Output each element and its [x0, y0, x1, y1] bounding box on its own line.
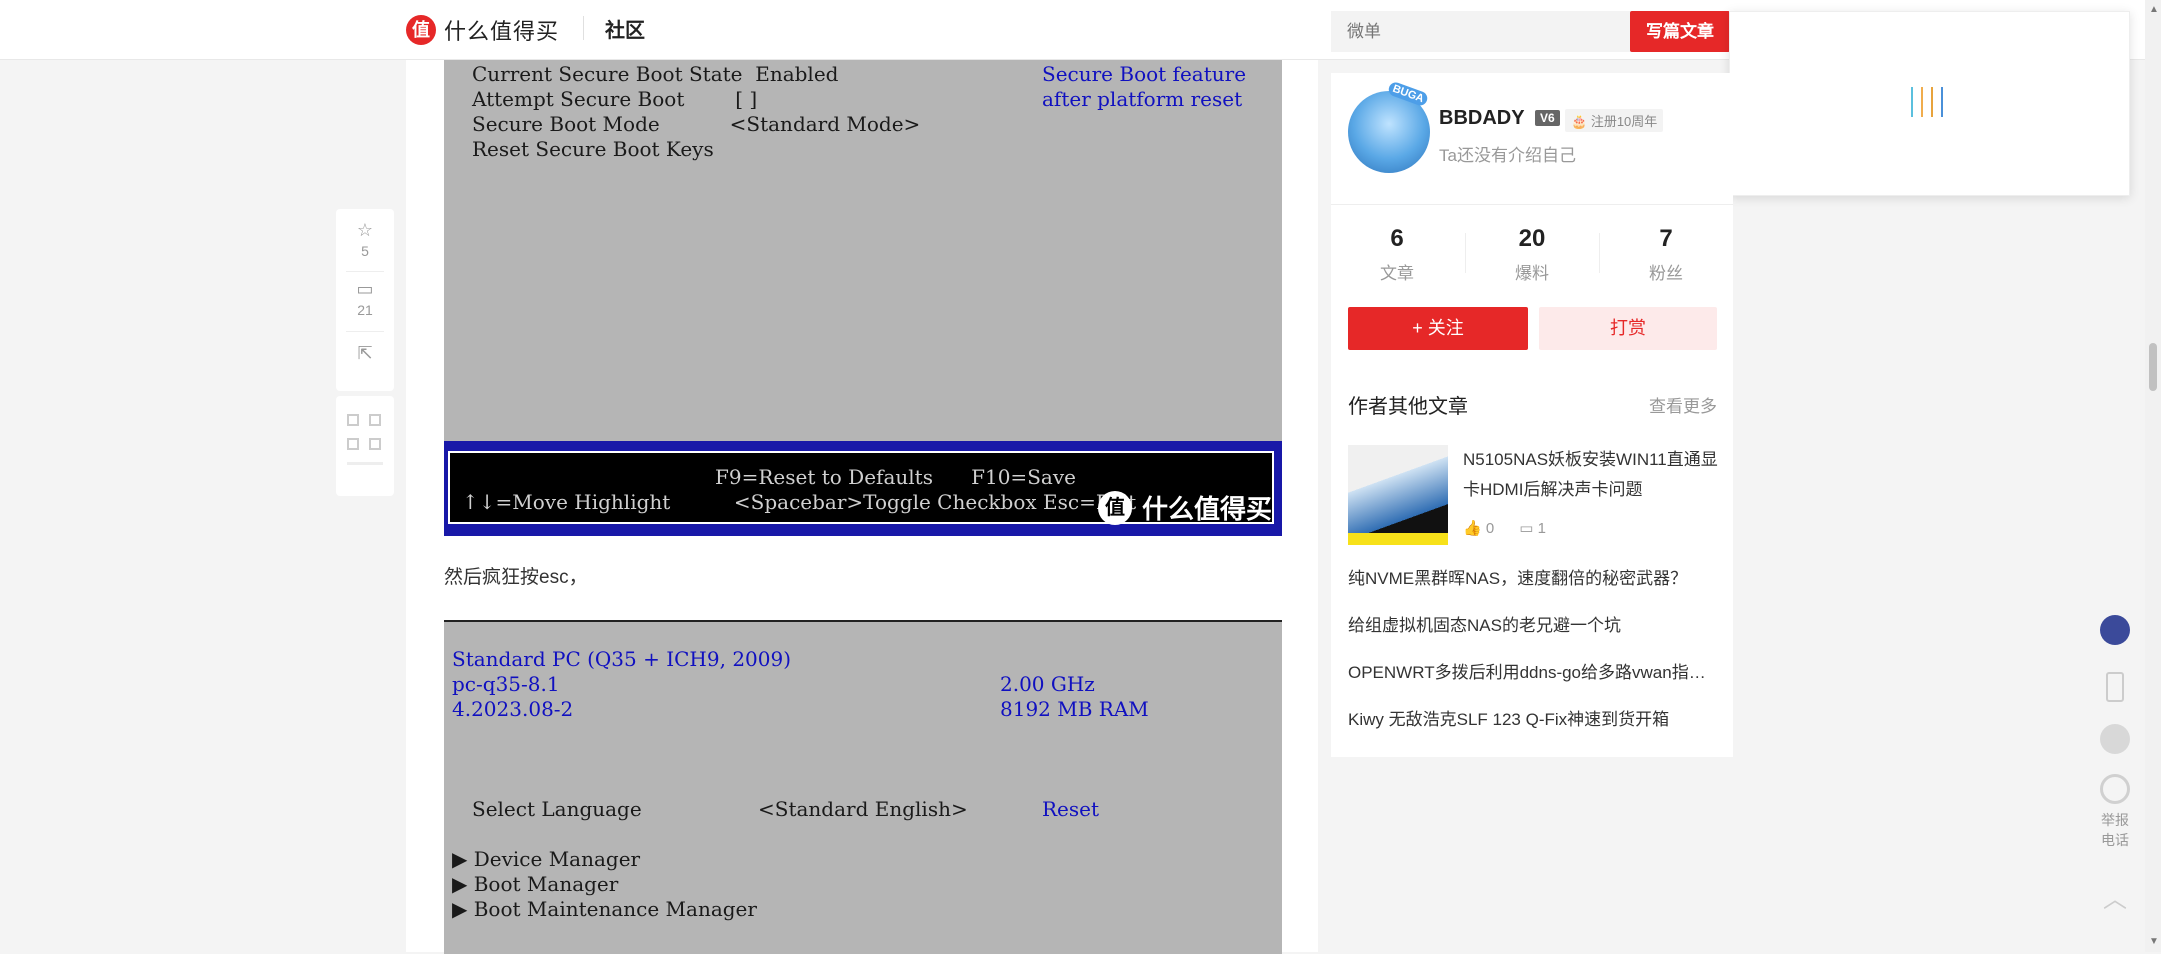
bios-firmware-version: 4.2023.08-2 [452, 697, 574, 721]
toolbar-divider [346, 271, 384, 272]
report-button[interactable]: 举报电话 [2090, 774, 2140, 850]
comment-count: 1 [1537, 520, 1546, 537]
stat-tips[interactable]: 20 爆料 [1467, 225, 1597, 284]
nav-community-link[interactable]: 社区 [605, 14, 645, 43]
stat-number: 6 [1390, 225, 1404, 252]
article-paragraph: 然后疯狂按esc， [444, 567, 588, 588]
bios-footer-bar: F9=Reset to Defaults F10=Save ↑↓=Move Hi… [444, 441, 1282, 536]
register-badge-text: 注册10周年 [1590, 114, 1658, 129]
bios-line: Current Secure Boot State Enabled [472, 62, 839, 86]
comment-count: 21 [357, 302, 373, 318]
favorite-count: 5 [361, 243, 369, 259]
like-count: 0 [1485, 520, 1495, 537]
profile-divider [1331, 204, 1733, 205]
logo-text: 什么值得买 [444, 19, 560, 44]
lifebuoy-icon [2100, 774, 2130, 804]
stat-number: 20 [1518, 225, 1546, 252]
comment-icon: ▭ [1519, 520, 1534, 537]
watermark-logo: 值 什么值得买 [1097, 489, 1272, 526]
stat-divider [1465, 233, 1466, 273]
wechat-icon [2100, 724, 2130, 754]
follow-button[interactable]: + 关注 [1348, 307, 1528, 350]
stat-divider [1599, 233, 1600, 273]
comment-icon: ▭ [356, 279, 374, 299]
search-input[interactable] [1331, 11, 1631, 52]
report-phone-label: 举报电话 [2101, 812, 2129, 848]
write-article-button[interactable]: 写篇文章 [1630, 11, 1730, 52]
other-articles-title: 作者其他文章 [1348, 396, 1468, 418]
list-item[interactable]: 给组虚拟机固态NAS的老兄避一个坑 [1348, 611, 1718, 636]
page-scrollbar[interactable]: ▲ ▼ [2145, 0, 2161, 952]
avatar[interactable]: BUGA [1348, 80, 1430, 173]
scroll-thumb[interactable] [2149, 343, 2157, 391]
view-more-link[interactable]: 查看更多 [1649, 392, 1717, 417]
bios-menu-item: ▶ Boot Maintenance Manager [452, 897, 757, 921]
stat-articles[interactable]: 6 文章 [1332, 225, 1462, 284]
featured-article-thumbnail[interactable] [1348, 445, 1448, 545]
bios-line: Reset Secure Boot Keys [472, 137, 714, 161]
bios-line: Attempt Secure Boot [ ] [472, 87, 758, 111]
share-button[interactable]: ⇱ [336, 342, 394, 364]
favorite-button[interactable]: ☆ 5 [336, 219, 394, 259]
list-item[interactable]: Kiwy 无敌浩克SLF 123 Q-Fix神速到货开箱 [1348, 705, 1718, 730]
robot-icon [2100, 615, 2130, 645]
list-item[interactable]: 纯NVME黑群晖NAS，速度翻倍的秘密武器？ [1348, 564, 1718, 589]
stat-label: 爆料 [1515, 264, 1549, 283]
tip-button[interactable]: 打赏 [1539, 307, 1717, 350]
bios-footer-line: F9=Reset to Defaults F10=Save [715, 465, 1076, 489]
bios-language-value: <Standard English> [758, 797, 968, 821]
featured-article-meta: 👍 0 ▭ 1 [1463, 519, 1546, 537]
header-divider [583, 16, 584, 40]
logo-mark-icon: 值 [406, 15, 436, 45]
scroll-down-arrow-icon[interactable]: ▼ [2149, 936, 2159, 947]
bios-language-label: Select Language [472, 797, 642, 821]
bios-line: Secure Boot Mode <Standard Mode> [472, 112, 921, 136]
bios-screenshot-secure-boot: Current Secure Boot State Enabled Attemp… [444, 60, 1282, 536]
author-username[interactable]: BBDADY [1439, 107, 1525, 130]
star-icon: ☆ [356, 220, 374, 240]
chevron-up-icon: ︿ [2103, 886, 2127, 913]
bios-screenshot-main-menu: Standard PC (Q35 + ICH9, 2009) pc-q35-8.… [444, 620, 1282, 954]
thumbnail-banner [1348, 533, 1448, 545]
stat-label: 文章 [1380, 264, 1414, 283]
comment-button[interactable]: ▭ 21 [336, 278, 394, 318]
register-anniversary-badge: 🎂 注册10周年 [1565, 109, 1664, 132]
bios-menu-item: ▶ Device Manager [452, 847, 641, 871]
author-profile-card: BUGA BBDADY V6 🎂 注册10周年 Ta还没有介绍自己 6 文章 2… [1331, 73, 1733, 757]
author-intro: Ta还没有介绍自己 [1439, 146, 1576, 165]
qr-code-icon [347, 414, 383, 476]
bios-help-text: after platform reset [1042, 87, 1243, 111]
back-to-top-button[interactable]: ︿ [2090, 879, 2140, 914]
article-action-toolbar: ☆ 5 ▭ 21 ⇱ [336, 209, 394, 391]
bios-language-reset: Reset [1042, 797, 1100, 821]
stat-number: 7 [1659, 225, 1673, 252]
qr-code-button[interactable] [336, 396, 394, 496]
bios-help-text: Secure Boot feature [1042, 62, 1247, 86]
mobile-app-button[interactable] [2090, 672, 2140, 702]
thumbs-up-icon: 👍 [1463, 520, 1482, 537]
phone-icon [2106, 672, 2124, 702]
wechat-button[interactable] [2090, 724, 2140, 754]
scroll-up-arrow-icon[interactable]: ▲ [2149, 4, 2159, 15]
bios-footer-line: ↑↓=Move Highlight <Spacebar>Toggle Check… [462, 490, 1137, 514]
bios-machine-name: Standard PC (Q35 + ICH9, 2009) [452, 647, 792, 671]
stat-label: 粉丝 [1649, 264, 1683, 283]
watermark-mark-icon: 值 [1097, 490, 1132, 525]
dropdown-popup-panel [1729, 11, 2130, 196]
level-badge: V6 [1535, 110, 1560, 126]
site-logo[interactable]: 值 什么值得买 [406, 14, 559, 46]
bios-machine-type: pc-q35-8.1 [452, 672, 560, 696]
featured-article-title[interactable]: N5105NAS妖板安装WIN11直通显卡HDMI后解决声卡问题 [1463, 445, 1718, 505]
bios-cpu-speed: 2.00 GHz [1000, 672, 1095, 696]
share-icon: ⇱ [357, 343, 373, 363]
toolbar-divider [346, 331, 384, 332]
stat-followers[interactable]: 7 粉丝 [1601, 225, 1731, 284]
bios-ram-size: 8192 MB RAM [1000, 697, 1149, 721]
watermark-text: 什么值得买 [1141, 494, 1272, 524]
robot-assistant-button[interactable] [2090, 615, 2140, 645]
list-item[interactable]: OPENWRT多拨后利用ddns-go给多路vwan指定域名 [1348, 658, 1718, 683]
avatar-badge: BUGA [1386, 80, 1430, 108]
loading-spinner-icon [1911, 87, 1943, 117]
bios-menu-item: ▶ Boot Manager [452, 872, 619, 896]
